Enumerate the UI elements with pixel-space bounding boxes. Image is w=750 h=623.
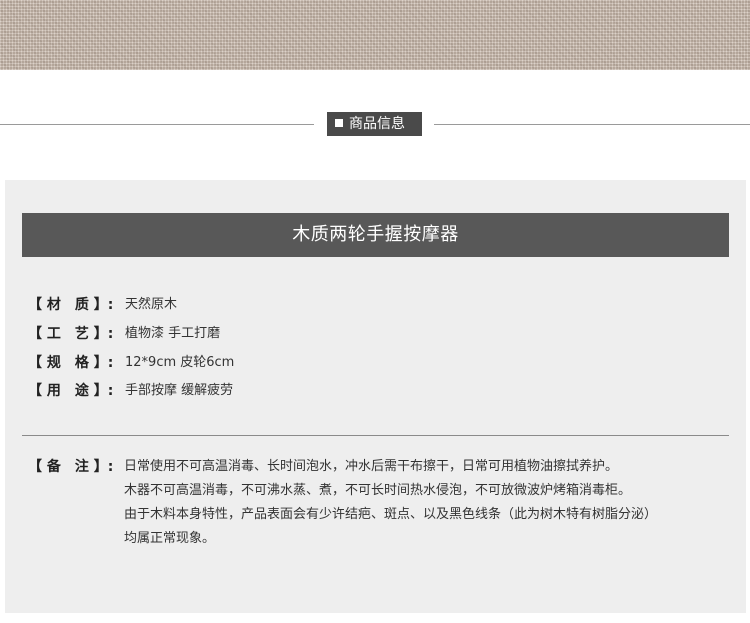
product-info-panel: 木质两轮手握按摩器 【 材 质 】: 天然原木 【 工 艺 】: 植物漆 手工打… [5,180,746,613]
spec-label: 【 材 质 】: [28,297,114,313]
section-tag-product-info: 商品信息 [327,112,422,136]
spec-value: 手部按摩 缓解疲劳 [125,383,234,398]
notes-line: 日常使用不可高温消毒、长时间泡水，冲水后需干布擦干，日常可用植物油擦拭养护。 [124,459,619,474]
notes-line: 均属正常现象。 [124,531,216,546]
spec-value: 天然原木 [125,297,178,312]
notes-text: 日常使用不可高温消毒、长时间泡水，冲水后需干布擦干，日常可用植物油擦拭养护。 木… [124,456,724,552]
square-bullet-icon [335,119,343,127]
divider-line-right [434,124,750,125]
section-tag-label: 商品信息 [349,116,405,132]
divider-line-left [0,124,314,125]
spec-value: 植物漆 手工打磨 [125,326,221,341]
spec-label: 【 工 艺 】: [28,326,114,342]
spec-label: 【 用 途 】: [28,383,114,399]
notes-label: 【 备 注 】: [28,459,114,475]
notes-line: 由于木料本身特性，产品表面会有少许结疤、斑点、以及黑色线条（此为树木特有树脂分泌… [124,507,658,522]
notes-divider [22,435,729,436]
notes-line: 木器不可高温消毒，不可沸水蒸、煮，不可长时间热水侵泡，不可放微波炉烤箱消毒柜。 [124,483,632,498]
section-divider: 商品信息 [0,112,750,136]
linen-texture-banner [0,0,750,70]
spec-label: 【 规 格 】: [28,355,114,371]
spec-value: 12*9cm 皮轮6cm [125,355,235,370]
product-title: 木质两轮手握按摩器 [22,213,729,257]
